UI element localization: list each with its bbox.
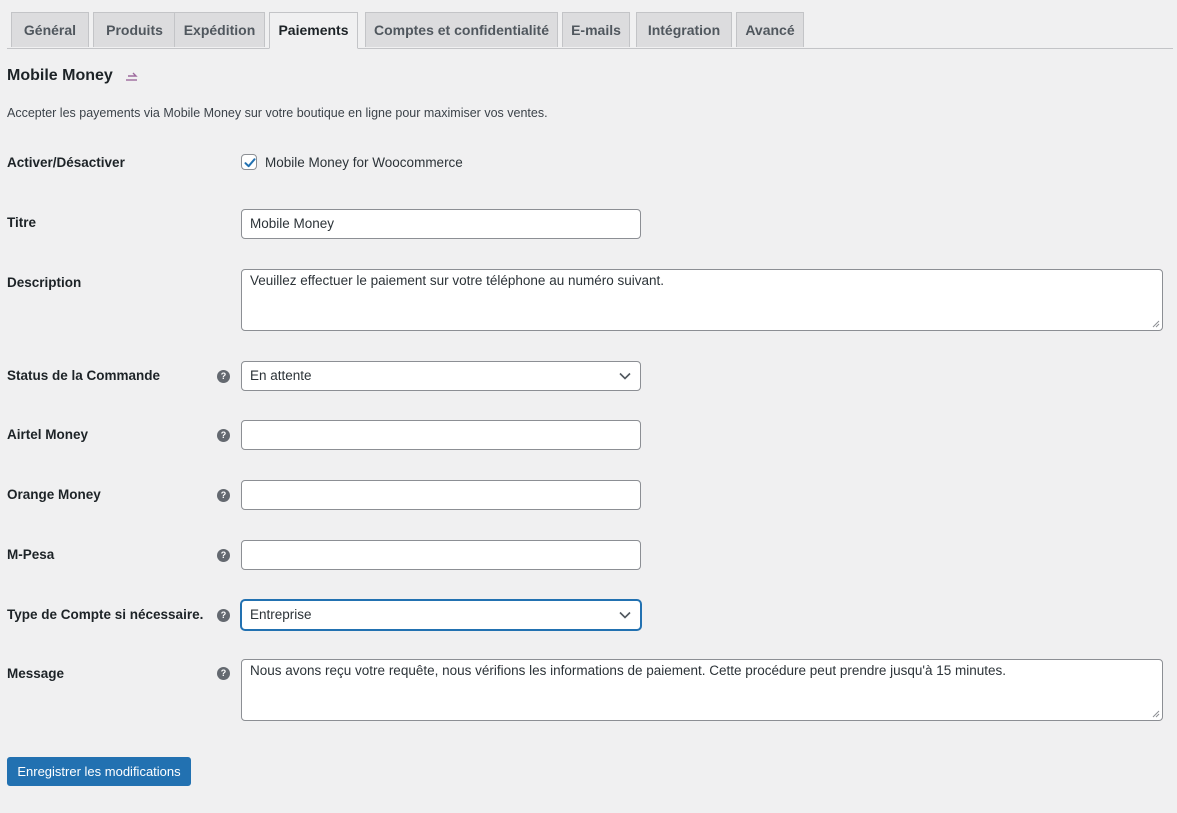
return-up-icon[interactable] xyxy=(124,66,140,84)
tab-general[interactable]: Général xyxy=(11,12,89,47)
tab-emails[interactable]: E-mails xyxy=(562,12,630,47)
order-status-select[interactable]: En attente xyxy=(241,361,641,391)
mpesa-label: M-Pesa xyxy=(7,547,55,562)
enable-checkbox-label[interactable]: Mobile Money for Woocommerce xyxy=(265,154,463,172)
orange-money-input[interactable] xyxy=(241,480,641,510)
order-status-value: En attente xyxy=(250,368,312,383)
airtel-money-help-icon[interactable]: ? xyxy=(217,429,230,442)
order-status-help-icon[interactable]: ? xyxy=(217,370,230,383)
resize-handle-icon[interactable] xyxy=(1152,320,1160,328)
mpesa-input[interactable] xyxy=(241,540,641,570)
settings-tabs: Général Produits Expédition Paiements Co… xyxy=(7,12,1173,49)
airtel-money-label: Airtel Money xyxy=(7,427,89,442)
account-type-value: Entreprise xyxy=(250,607,312,622)
description-textarea[interactable]: Veuillez effectuer le paiement sur votre… xyxy=(241,269,1163,331)
orange-money-label: Orange Money xyxy=(7,487,101,502)
message-help-icon[interactable]: ? xyxy=(217,667,230,680)
checkmark-icon xyxy=(244,158,256,168)
tab-paiements[interactable]: Paiements xyxy=(269,12,358,49)
chevron-down-icon xyxy=(619,611,631,619)
title-input[interactable]: Mobile Money xyxy=(241,209,641,239)
tab-produits[interactable]: Produits xyxy=(93,12,176,47)
mpesa-help-icon[interactable]: ? xyxy=(217,549,230,562)
account-type-help-icon[interactable]: ? xyxy=(217,609,230,622)
enable-checkbox[interactable] xyxy=(241,154,257,170)
section-description: Accepter les payements via Mobile Money … xyxy=(7,106,548,120)
description-label: Description xyxy=(7,275,82,290)
order-status-label: Status de la Commande xyxy=(7,368,161,383)
tab-comptes-confidentialite[interactable]: Comptes et confidentialité xyxy=(365,12,558,47)
settings-page: Général Produits Expédition Paiements Co… xyxy=(0,0,1177,813)
title-label: Titre xyxy=(7,215,37,230)
section-title: Mobile Money xyxy=(7,67,113,84)
airtel-money-input[interactable] xyxy=(241,420,641,450)
account-type-select[interactable]: Entreprise xyxy=(241,600,641,630)
chevron-down-icon xyxy=(619,372,631,380)
message-text: Nous avons reçu votre requête, nous véri… xyxy=(250,663,1007,678)
orange-money-help-icon[interactable]: ? xyxy=(217,489,230,502)
tab-expedition[interactable]: Expédition xyxy=(174,12,265,47)
message-textarea[interactable]: Nous avons reçu votre requête, nous véri… xyxy=(241,659,1163,721)
account-type-label: Type de Compte si nécessaire. xyxy=(7,607,204,622)
tab-avance[interactable]: Avancé xyxy=(736,12,804,47)
enable-label: Activer/Désactiver xyxy=(7,155,125,170)
resize-handle-icon[interactable] xyxy=(1152,710,1160,718)
message-label: Message xyxy=(7,666,65,681)
tab-integration[interactable]: Intégration xyxy=(636,12,732,47)
save-changes-button[interactable]: Enregistrer les modifications xyxy=(7,757,191,786)
description-text: Veuillez effectuer le paiement sur votre… xyxy=(250,273,665,288)
